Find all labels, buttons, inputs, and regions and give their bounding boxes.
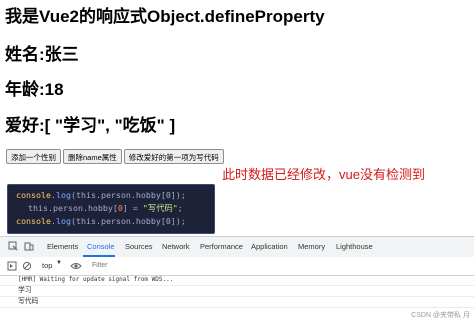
page-title: 我是Vue2的响应式Object.defineProperty xyxy=(5,7,325,26)
modify-hobby-button[interactable]: 修改爱好的第一项为写代码 xyxy=(123,149,224,164)
hobby-line: 爱好:[ "学习", "吃饭" ] xyxy=(5,116,176,135)
code-line-1: console.log(this.person.hobby[0]); xyxy=(16,190,186,200)
delete-name-button[interactable]: 删除name属性 xyxy=(63,149,122,164)
tab-memory[interactable]: Memory xyxy=(298,242,325,251)
console-output: [HMR] Waiting for update signal from WDS… xyxy=(0,275,474,308)
console-line: 写代码 xyxy=(0,297,474,308)
tab-console[interactable]: Console xyxy=(87,242,115,251)
show-drawer-icon[interactable] xyxy=(7,261,17,271)
code-token: ; xyxy=(177,203,183,213)
tab-elements[interactable]: Elements xyxy=(47,242,78,251)
annotation-note: 此时数据已经修改，vue没有检测到 xyxy=(222,167,425,182)
eye-icon[interactable] xyxy=(70,261,82,271)
age-line: 年龄:18 xyxy=(5,80,64,99)
console-line: [HMR] Waiting for update signal from WDS… xyxy=(0,275,474,286)
tab-application[interactable]: Application xyxy=(251,242,288,251)
code-token: log xyxy=(55,190,71,200)
devtools-tabbar: Elements Console Sources Network Perform… xyxy=(0,237,474,258)
code-token: "写代码" xyxy=(142,203,178,213)
context-selector[interactable]: top xyxy=(42,261,52,270)
code-line-2: this.person.hobby[0] = "写代码"; xyxy=(16,202,214,215)
add-gender-button[interactable]: 添加一个性别 xyxy=(6,149,61,164)
devtools-panel: Elements Console Sources Network Perform… xyxy=(0,236,474,322)
console-toolbar: top ▼ xyxy=(0,257,474,276)
console-line: 学习 xyxy=(0,286,474,297)
button-row: 添加一个性别 删除name属性 修改爱好的第一项为写代码 xyxy=(6,149,224,164)
code-snippet: console.log(this.person.hobby[0]); this.… xyxy=(7,184,215,234)
code-token: this.person.hobby[0]); xyxy=(75,190,186,200)
code-token: console xyxy=(16,216,51,226)
device-toggle-icon[interactable] xyxy=(24,241,34,251)
tab-performance[interactable]: Performance xyxy=(200,242,243,251)
tab-network[interactable]: Network xyxy=(162,242,190,251)
filter-input[interactable] xyxy=(88,260,216,271)
tab-lighthouse[interactable]: Lighthouse xyxy=(336,242,373,251)
code-line-3: console.log(this.person.hobby[0]); xyxy=(16,216,186,226)
code-token: this.person.hobby[ xyxy=(28,203,118,213)
code-token: this.person.hobby[0]); xyxy=(75,216,186,226)
code-token: log xyxy=(55,216,71,226)
clear-console-icon[interactable] xyxy=(22,261,32,271)
page-content: 我是Vue2的响应式Object.defineProperty 姓名:张三 年龄… xyxy=(0,0,474,236)
code-token: console xyxy=(16,190,51,200)
inspect-icon[interactable] xyxy=(8,241,18,251)
chevron-down-icon[interactable]: ▼ xyxy=(56,260,62,266)
name-line: 姓名:张三 xyxy=(5,45,79,64)
tab-sources[interactable]: Sources xyxy=(125,242,153,251)
watermark: CSDN @夹带私 月 xyxy=(411,312,470,319)
code-token: ] = xyxy=(122,203,143,213)
